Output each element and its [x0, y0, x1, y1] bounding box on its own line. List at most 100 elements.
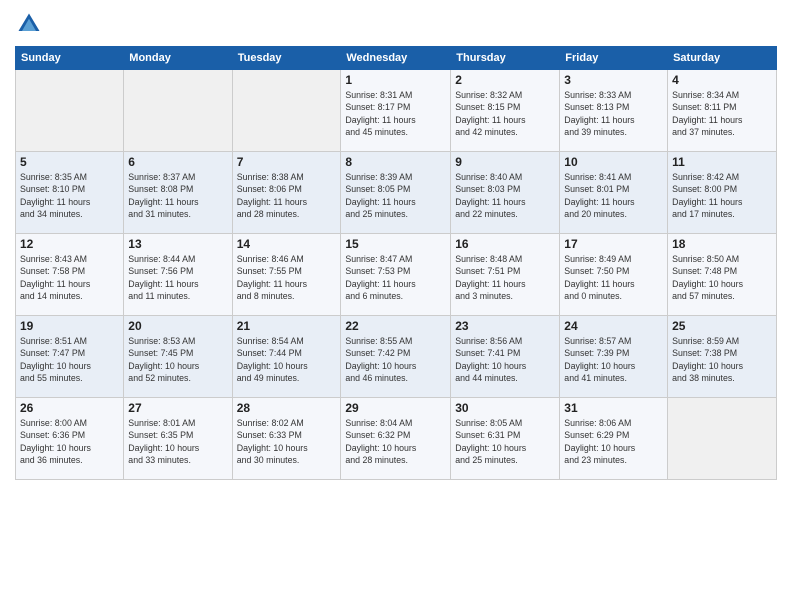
weekday-header-thursday: Thursday — [451, 47, 560, 70]
calendar-cell: 20 Sunrise: 8:53 AM Sunset: 7:45 PM Dayli… — [124, 316, 232, 398]
calendar-cell: 23 Sunrise: 8:56 AM Sunset: 7:41 PM Dayli… — [451, 316, 560, 398]
calendar-cell: 12 Sunrise: 8:43 AM Sunset: 7:58 PM Dayli… — [16, 234, 124, 316]
day-number: 31 — [564, 401, 663, 415]
calendar-cell: 25 Sunrise: 8:59 AM Sunset: 7:38 PM Dayli… — [668, 316, 777, 398]
calendar-cell: 5 Sunrise: 8:35 AM Sunset: 8:10 PM Daylig… — [16, 152, 124, 234]
day-info: Sunrise: 8:56 AM Sunset: 7:41 PM Dayligh… — [455, 335, 555, 384]
day-info: Sunrise: 8:44 AM Sunset: 7:56 PM Dayligh… — [128, 253, 227, 302]
calendar-cell — [232, 70, 341, 152]
day-info: Sunrise: 8:50 AM Sunset: 7:48 PM Dayligh… — [672, 253, 772, 302]
page-header — [15, 10, 777, 38]
day-number: 5 — [20, 155, 119, 169]
day-info: Sunrise: 8:38 AM Sunset: 8:06 PM Dayligh… — [237, 171, 337, 220]
weekday-header-sunday: Sunday — [16, 47, 124, 70]
day-info: Sunrise: 8:41 AM Sunset: 8:01 PM Dayligh… — [564, 171, 663, 220]
day-info: Sunrise: 8:59 AM Sunset: 7:38 PM Dayligh… — [672, 335, 772, 384]
day-info: Sunrise: 8:05 AM Sunset: 6:31 PM Dayligh… — [455, 417, 555, 466]
calendar-cell: 21 Sunrise: 8:54 AM Sunset: 7:44 PM Dayli… — [232, 316, 341, 398]
day-info: Sunrise: 8:40 AM Sunset: 8:03 PM Dayligh… — [455, 171, 555, 220]
day-info: Sunrise: 8:51 AM Sunset: 7:47 PM Dayligh… — [20, 335, 119, 384]
day-info: Sunrise: 8:02 AM Sunset: 6:33 PM Dayligh… — [237, 417, 337, 466]
calendar-week-1: 1 Sunrise: 8:31 AM Sunset: 8:17 PM Daylig… — [16, 70, 777, 152]
calendar-cell: 30 Sunrise: 8:05 AM Sunset: 6:31 PM Dayli… — [451, 398, 560, 480]
day-info: Sunrise: 8:01 AM Sunset: 6:35 PM Dayligh… — [128, 417, 227, 466]
day-number: 18 — [672, 237, 772, 251]
day-number: 6 — [128, 155, 227, 169]
calendar-cell: 9 Sunrise: 8:40 AM Sunset: 8:03 PM Daylig… — [451, 152, 560, 234]
day-number: 13 — [128, 237, 227, 251]
calendar-cell: 13 Sunrise: 8:44 AM Sunset: 7:56 PM Dayli… — [124, 234, 232, 316]
day-info: Sunrise: 8:53 AM Sunset: 7:45 PM Dayligh… — [128, 335, 227, 384]
calendar-cell — [16, 70, 124, 152]
day-number: 11 — [672, 155, 772, 169]
day-number: 16 — [455, 237, 555, 251]
page-container: SundayMondayTuesdayWednesdayThursdayFrid… — [0, 0, 792, 490]
calendar-table: SundayMondayTuesdayWednesdayThursdayFrid… — [15, 46, 777, 480]
day-info: Sunrise: 8:34 AM Sunset: 8:11 PM Dayligh… — [672, 89, 772, 138]
day-info: Sunrise: 8:54 AM Sunset: 7:44 PM Dayligh… — [237, 335, 337, 384]
calendar-cell: 17 Sunrise: 8:49 AM Sunset: 7:50 PM Dayli… — [560, 234, 668, 316]
day-info: Sunrise: 8:46 AM Sunset: 7:55 PM Dayligh… — [237, 253, 337, 302]
day-number: 14 — [237, 237, 337, 251]
day-number: 23 — [455, 319, 555, 333]
day-number: 1 — [345, 73, 446, 87]
calendar-cell: 14 Sunrise: 8:46 AM Sunset: 7:55 PM Dayli… — [232, 234, 341, 316]
weekday-header-monday: Monday — [124, 47, 232, 70]
day-info: Sunrise: 8:55 AM Sunset: 7:42 PM Dayligh… — [345, 335, 446, 384]
day-info: Sunrise: 8:42 AM Sunset: 8:00 PM Dayligh… — [672, 171, 772, 220]
calendar-cell: 11 Sunrise: 8:42 AM Sunset: 8:00 PM Dayli… — [668, 152, 777, 234]
day-info: Sunrise: 8:32 AM Sunset: 8:15 PM Dayligh… — [455, 89, 555, 138]
day-info: Sunrise: 8:31 AM Sunset: 8:17 PM Dayligh… — [345, 89, 446, 138]
calendar-cell: 26 Sunrise: 8:00 AM Sunset: 6:36 PM Dayli… — [16, 398, 124, 480]
weekday-header-tuesday: Tuesday — [232, 47, 341, 70]
calendar-cell — [668, 398, 777, 480]
day-number: 2 — [455, 73, 555, 87]
calendar-cell: 28 Sunrise: 8:02 AM Sunset: 6:33 PM Dayli… — [232, 398, 341, 480]
day-number: 25 — [672, 319, 772, 333]
day-info: Sunrise: 8:43 AM Sunset: 7:58 PM Dayligh… — [20, 253, 119, 302]
day-info: Sunrise: 8:49 AM Sunset: 7:50 PM Dayligh… — [564, 253, 663, 302]
logo — [15, 10, 47, 38]
calendar-cell: 7 Sunrise: 8:38 AM Sunset: 8:06 PM Daylig… — [232, 152, 341, 234]
day-info: Sunrise: 8:35 AM Sunset: 8:10 PM Dayligh… — [20, 171, 119, 220]
calendar-cell — [124, 70, 232, 152]
day-info: Sunrise: 8:37 AM Sunset: 8:08 PM Dayligh… — [128, 171, 227, 220]
day-number: 19 — [20, 319, 119, 333]
weekday-header-saturday: Saturday — [668, 47, 777, 70]
day-number: 26 — [20, 401, 119, 415]
calendar-cell: 31 Sunrise: 8:06 AM Sunset: 6:29 PM Dayli… — [560, 398, 668, 480]
calendar-cell: 1 Sunrise: 8:31 AM Sunset: 8:17 PM Daylig… — [341, 70, 451, 152]
calendar-cell: 29Sunrise: 8:04 AM Sunset: 6:32 PM Dayli… — [341, 398, 451, 480]
calendar-cell: 18 Sunrise: 8:50 AM Sunset: 7:48 PM Dayli… — [668, 234, 777, 316]
calendar-cell: 27 Sunrise: 8:01 AM Sunset: 6:35 PM Dayli… — [124, 398, 232, 480]
day-number: 17 — [564, 237, 663, 251]
calendar-cell: 19 Sunrise: 8:51 AM Sunset: 7:47 PM Dayli… — [16, 316, 124, 398]
day-number: 9 — [455, 155, 555, 169]
day-number: 30 — [455, 401, 555, 415]
calendar-cell: 10Sunrise: 8:41 AM Sunset: 8:01 PM Dayli… — [560, 152, 668, 234]
weekday-header-friday: Friday — [560, 47, 668, 70]
day-number: 28 — [237, 401, 337, 415]
calendar-week-2: 5 Sunrise: 8:35 AM Sunset: 8:10 PM Daylig… — [16, 152, 777, 234]
day-number: 7 — [237, 155, 337, 169]
day-info: Sunrise: 8:47 AM Sunset: 7:53 PM Dayligh… — [345, 253, 446, 302]
calendar-cell: 2 Sunrise: 8:32 AM Sunset: 8:15 PM Daylig… — [451, 70, 560, 152]
day-number: 20 — [128, 319, 227, 333]
day-number: 22 — [345, 319, 446, 333]
calendar-week-3: 12 Sunrise: 8:43 AM Sunset: 7:58 PM Dayli… — [16, 234, 777, 316]
day-info: Sunrise: 8:33 AM Sunset: 8:13 PM Dayligh… — [564, 89, 663, 138]
calendar-cell: 15Sunrise: 8:47 AM Sunset: 7:53 PM Dayli… — [341, 234, 451, 316]
day-info: Sunrise: 8:39 AM Sunset: 8:05 PM Dayligh… — [345, 171, 446, 220]
day-info: Sunrise: 8:00 AM Sunset: 6:36 PM Dayligh… — [20, 417, 119, 466]
day-number: 21 — [237, 319, 337, 333]
calendar-cell: 24Sunrise: 8:57 AM Sunset: 7:39 PM Dayli… — [560, 316, 668, 398]
calendar-cell: 4Sunrise: 8:34 AM Sunset: 8:11 PM Daylig… — [668, 70, 777, 152]
calendar-cell: 22 Sunrise: 8:55 AM Sunset: 7:42 PM Dayli… — [341, 316, 451, 398]
day-number: 12 — [20, 237, 119, 251]
day-info: Sunrise: 8:04 AM Sunset: 6:32 PM Dayligh… — [345, 417, 446, 466]
calendar-cell: 6 Sunrise: 8:37 AM Sunset: 8:08 PM Daylig… — [124, 152, 232, 234]
logo-icon — [15, 10, 43, 38]
day-info: Sunrise: 8:06 AM Sunset: 6:29 PM Dayligh… — [564, 417, 663, 466]
calendar-week-5: 26 Sunrise: 8:00 AM Sunset: 6:36 PM Dayli… — [16, 398, 777, 480]
day-number: 27 — [128, 401, 227, 415]
